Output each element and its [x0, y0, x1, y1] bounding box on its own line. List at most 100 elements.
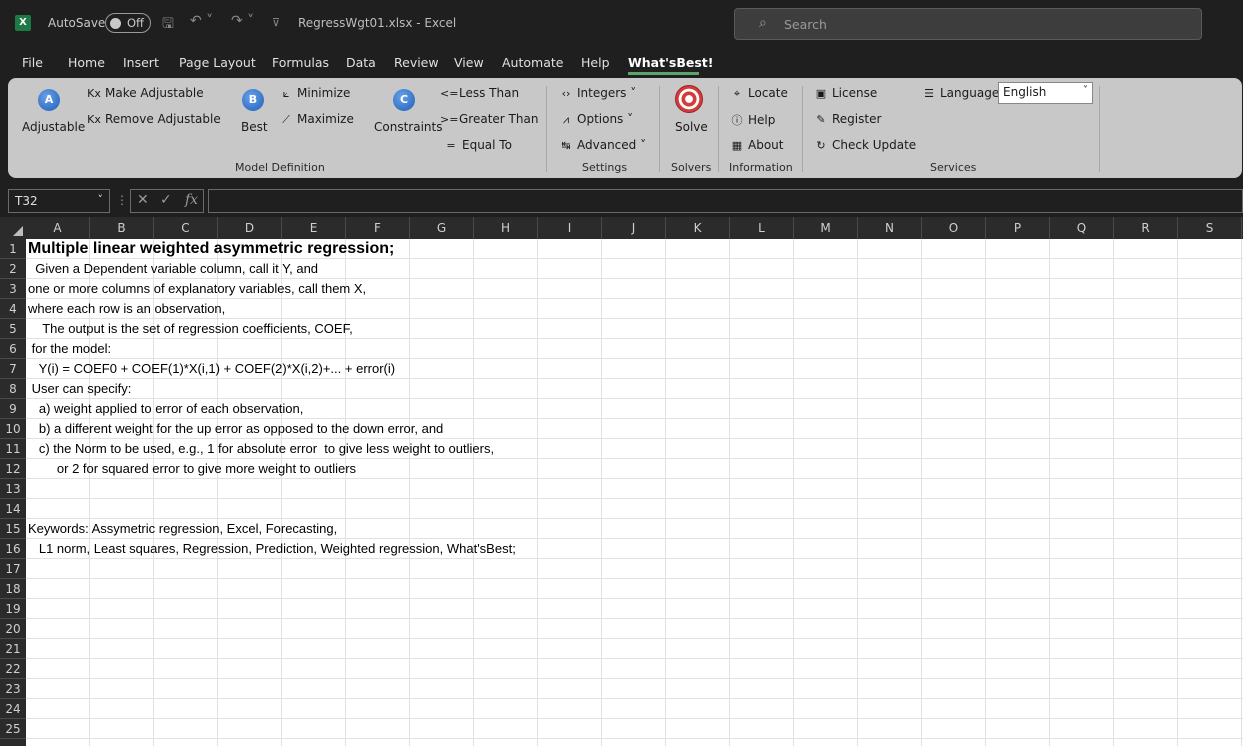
customize-toolbar-icon[interactable]: ⊽	[272, 16, 280, 29]
equal-to-button[interactable]: = Equal To	[443, 138, 512, 152]
best-button[interactable]: Best	[241, 120, 268, 134]
column-header-d[interactable]: D	[218, 217, 282, 239]
row-header-18[interactable]: 18	[0, 579, 26, 599]
autosave-toggle[interactable]: Off	[105, 13, 151, 33]
maximize-button[interactable]: ⟋ Maximize	[278, 112, 354, 127]
row-header-2[interactable]: 2	[0, 259, 26, 279]
cell-a1[interactable]: Multiple linear weighted asymmetric regr…	[28, 239, 394, 259]
row-header-5[interactable]: 5	[0, 319, 26, 339]
row-header-13[interactable]: 13	[0, 479, 26, 499]
cell-a16[interactable]: L1 norm, Least squares, Regression, Pred…	[28, 539, 516, 559]
cell-a3[interactable]: one or more columns of explanatory varia…	[28, 279, 366, 299]
cancel-icon[interactable]: ✕	[137, 192, 149, 208]
row-header-21[interactable]: 21	[0, 639, 26, 659]
license-button[interactable]: ▣ License	[813, 86, 877, 100]
advanced-button[interactable]: ↹ Advanced ˅	[558, 138, 646, 152]
cell-a7[interactable]: Y(i) = COEF0 + COEF(1)*X(i,1) + COEF(2)*…	[28, 359, 396, 379]
column-header-n[interactable]: N	[858, 217, 922, 239]
row-header-11[interactable]: 11	[0, 439, 26, 459]
column-header-l[interactable]: L	[730, 217, 794, 239]
search-box[interactable]: ⌕ Search	[734, 8, 1202, 40]
row-header-16[interactable]: 16	[0, 539, 26, 559]
menu-review[interactable]: Review	[394, 55, 439, 70]
select-all-corner[interactable]	[0, 217, 26, 239]
column-header-p[interactable]: P	[986, 217, 1050, 239]
column-header-c[interactable]: C	[154, 217, 218, 239]
spreadsheet-grid[interactable]: A B C D E F G H I J K L M N O P Q R S 1 2 3 4 5 6 7 8 9 10 11 12 13 14 15…	[0, 217, 1243, 746]
menu-insert[interactable]: Insert	[123, 55, 159, 70]
less-than-button[interactable]: <=Less Than	[440, 86, 519, 100]
greater-than-button[interactable]: >=Greater Than	[440, 112, 538, 126]
cell-a10[interactable]: b) a different weight for the up error a…	[28, 419, 443, 439]
adjustable-button[interactable]: Adjustable	[22, 120, 85, 134]
row-header-9[interactable]: 9	[0, 399, 26, 419]
help-button[interactable]: ⓘ Help	[729, 112, 776, 128]
integers-button[interactable]: ‹› Integers ˅	[558, 86, 637, 100]
menu-home[interactable]: Home	[68, 55, 105, 70]
column-header-i[interactable]: I	[538, 217, 602, 239]
cell-a8[interactable]: User can specify:	[28, 379, 132, 399]
about-button[interactable]: ▦ About	[729, 138, 784, 152]
row-header-7[interactable]: 7	[0, 359, 26, 379]
formula-input[interactable]	[208, 189, 1243, 213]
menu-data[interactable]: Data	[346, 55, 376, 70]
column-header-o[interactable]: O	[922, 217, 986, 239]
cell-a15[interactable]: Keywords: Assymetric regression, Excel, …	[28, 519, 337, 539]
menu-file[interactable]: File	[22, 55, 43, 70]
row-header-20[interactable]: 20	[0, 619, 26, 639]
row-header-17[interactable]: 17	[0, 559, 26, 579]
row-header-22[interactable]: 22	[0, 659, 26, 679]
menu-whatsbest[interactable]: What'sBest!	[628, 55, 714, 70]
column-header-r[interactable]: R	[1114, 217, 1178, 239]
row-header-6[interactable]: 6	[0, 339, 26, 359]
row-header-25[interactable]: 25	[0, 719, 26, 739]
column-header-b[interactable]: B	[90, 217, 154, 239]
language-select[interactable]: English ˅	[998, 82, 1093, 104]
column-header-m[interactable]: M	[794, 217, 858, 239]
register-button[interactable]: ✎ Register	[813, 112, 881, 126]
cell-a6[interactable]: for the model:	[28, 339, 112, 359]
column-header-a[interactable]: A	[26, 217, 90, 239]
cell-a4[interactable]: where each row is an observation,	[28, 299, 225, 319]
row-header-19[interactable]: 19	[0, 599, 26, 619]
column-header-k[interactable]: K	[666, 217, 730, 239]
row-header-24[interactable]: 24	[0, 699, 26, 719]
cell-a12[interactable]: or 2 for squared error to give more weig…	[28, 459, 356, 479]
menu-help[interactable]: Help	[581, 55, 610, 70]
check-update-button[interactable]: ↻ Check Update	[813, 138, 916, 152]
undo-icon[interactable]: ↶ ˅	[190, 13, 213, 29]
column-header-e[interactable]: E	[282, 217, 346, 239]
row-header-1[interactable]: 1	[0, 239, 26, 259]
column-header-g[interactable]: G	[410, 217, 474, 239]
solve-button[interactable]: Solve	[675, 120, 708, 134]
insert-function-icon[interactable]: fx	[185, 192, 198, 208]
row-header-3[interactable]: 3	[0, 279, 26, 299]
locate-button[interactable]: ⌖ Locate	[729, 86, 788, 101]
column-header-s[interactable]: S	[1178, 217, 1242, 239]
minimize-button[interactable]: ⟀ Minimize	[278, 86, 351, 101]
cell-a11[interactable]: c) the Norm to be used, e.g., 1 for abso…	[28, 439, 494, 459]
row-header-23[interactable]: 23	[0, 679, 26, 699]
row-header-10[interactable]: 10	[0, 419, 26, 439]
column-header-j[interactable]: J	[602, 217, 666, 239]
redo-icon[interactable]: ↷ ˅	[231, 13, 254, 29]
options-button[interactable]: ⩘ Options ˅	[558, 112, 633, 127]
cell-a9[interactable]: a) weight applied to error of each obser…	[28, 399, 304, 419]
row-header-12[interactable]: 12	[0, 459, 26, 479]
constraints-button[interactable]: Constraints	[374, 120, 442, 134]
enter-icon[interactable]: ✓	[160, 192, 172, 208]
cell-a5[interactable]: The output is the set of regression coef…	[28, 319, 352, 339]
row-header-4[interactable]: 4	[0, 299, 26, 319]
menu-view[interactable]: View	[454, 55, 484, 70]
column-header-f[interactable]: F	[346, 217, 410, 239]
name-box[interactable]: T32 ˅	[8, 189, 110, 213]
menu-page-layout[interactable]: Page Layout	[179, 55, 256, 70]
row-header-15[interactable]: 15	[0, 519, 26, 539]
make-adjustable-button[interactable]: Kx Make Adjustable	[86, 86, 204, 100]
menu-automate[interactable]: Automate	[502, 55, 563, 70]
row-header-14[interactable]: 14	[0, 499, 26, 519]
cell-a2[interactable]: Given a Dependent variable column, call …	[28, 259, 318, 279]
remove-adjustable-button[interactable]: Kx Remove Adjustable	[86, 112, 221, 126]
more-options-icon[interactable]: ⋮	[116, 193, 128, 207]
save-icon[interactable]: 🖫	[162, 13, 174, 37]
